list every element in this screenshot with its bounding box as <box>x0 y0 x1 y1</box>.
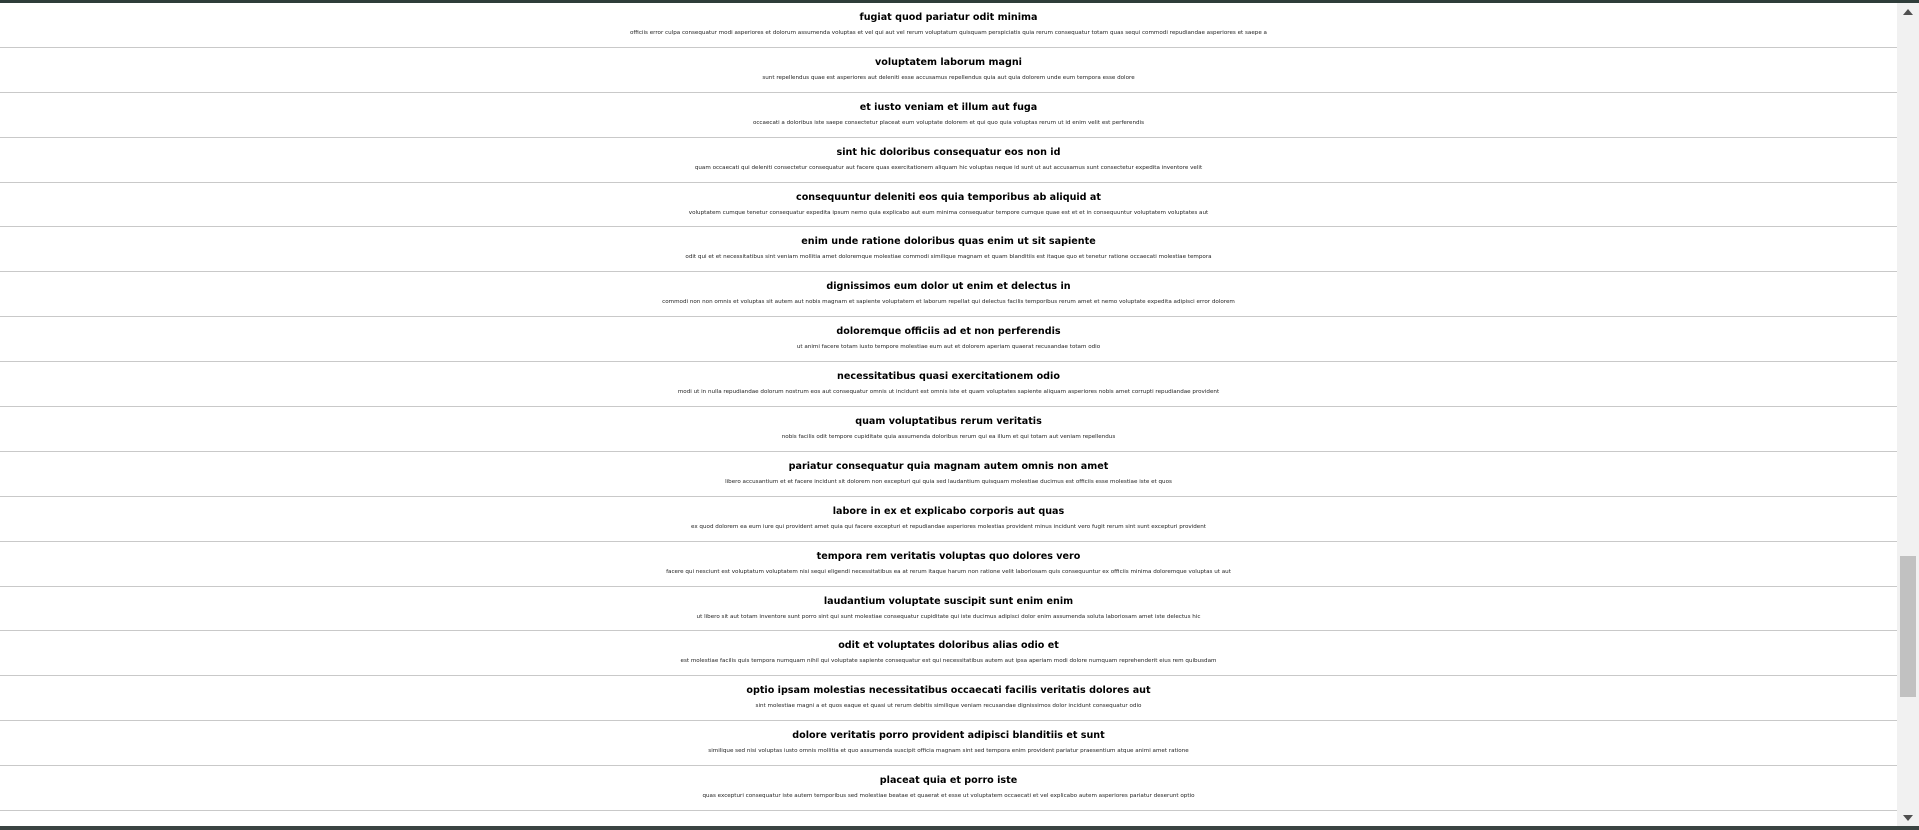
post-title: odit et voluptates doloribus alias odio … <box>838 640 1059 652</box>
post-title: consequuntur deleniti eos quia temporibu… <box>796 191 1101 203</box>
list-item: enim unde ratione doloribus quas enim ut… <box>0 227 1897 273</box>
list-item: doloremque officiis ad et non perferendi… <box>0 317 1897 363</box>
posts-list: fugiat quod pariatur odit minima officiis… <box>0 3 1897 826</box>
post-title: labore in ex et explicabo corporis aut q… <box>832 505 1065 517</box>
post-body: occaecati a doloribus iste saepe consect… <box>752 119 1145 126</box>
list-item: laudantium voluptate suscipit sunt enim … <box>0 587 1897 632</box>
post-body: est molestiae facilis quis tempora numqu… <box>680 658 1217 665</box>
list-item: pariatur consequatur quia magnam autem o… <box>0 452 1897 497</box>
post-body: odit qui et et necessitatibus sint venia… <box>685 254 1212 261</box>
list-item: sint hic doloribus consequatur eos non i… <box>0 138 1897 183</box>
post-body: nobis facilis odit tempore cupiditate qu… <box>781 434 1116 441</box>
list-item: voluptatem laborum magni sunt repellendus… <box>0 48 1897 93</box>
list-item: dolore veritatis porro provident adipisc… <box>0 721 1897 767</box>
window-bottom-border <box>0 826 1919 830</box>
post-body: ut libero sit aut totam inventore sunt p… <box>696 613 1201 620</box>
post-body: quam occaecati qui deleniti consectetur … <box>694 164 1203 171</box>
post-body: sunt repellendus quae est asperiores aut… <box>762 74 1135 81</box>
post-body: ut animi facere totam iusto tempore mole… <box>796 344 1101 351</box>
post-title: pariatur consequatur quia magnam autem o… <box>788 460 1109 472</box>
chevron-up-icon <box>1903 8 1913 15</box>
scroll-up-button[interactable] <box>1897 3 1919 20</box>
list-item: fugiat quod pariatur odit minima officiis… <box>0 3 1897 48</box>
post-title: sint hic doloribus consequatur eos non i… <box>836 146 1061 158</box>
post-body: libero accusantium et et facere incidunt… <box>725 478 1172 485</box>
post-body: facere qui nesciunt est voluptatum volup… <box>666 568 1231 575</box>
post-title: laudantium voluptate suscipit sunt enim … <box>823 595 1074 607</box>
list-item: et iusto veniam et illum aut fuga occaeca… <box>0 93 1897 138</box>
scrollbar-thumb[interactable] <box>1900 556 1916 697</box>
post-body: similique sed nisi voluptas iusto omnis … <box>708 748 1189 755</box>
list-item: labore in ex et explicabo corporis aut q… <box>0 497 1897 542</box>
list-item: odit et voluptates doloribus alias odio … <box>0 631 1897 677</box>
post-body: modi ut in nulla repudiandae dolorum nos… <box>677 389 1220 396</box>
post-title: tempora rem veritatis voluptas quo dolor… <box>816 550 1081 562</box>
post-body: voluptatem cumque tenetur consequatur ex… <box>688 209 1209 216</box>
scroll-down-button[interactable] <box>1897 809 1919 826</box>
post-body: officiis error culpa consequatur modi as… <box>630 30 1267 36</box>
post-body: sint molestiae magni a et quos eaque et … <box>755 703 1142 710</box>
post-title: voluptatem laborum magni <box>875 56 1022 68</box>
list-item: tempora rem veritatis voluptas quo dolor… <box>0 542 1897 587</box>
post-title: dolore veritatis porro provident adipisc… <box>792 730 1105 742</box>
post-title: placeat quia et porro iste <box>879 775 1018 787</box>
list-item: dignissimos eum dolor ut enim et delectu… <box>0 272 1897 318</box>
post-title: quam voluptatibus rerum veritatis <box>855 416 1042 428</box>
list-item: optio ipsam molestias necessitatibus occ… <box>0 676 1897 722</box>
post-title: fugiat quod pariatur odit minima <box>859 12 1038 23</box>
post-title: doloremque officiis ad et non perferendi… <box>836 326 1061 338</box>
chevron-down-icon <box>1903 814 1913 821</box>
post-title: necessitatibus quasi exercitationem odio <box>837 371 1060 383</box>
list-item: quam voluptatibus rerum veritatis nobis f… <box>0 407 1897 452</box>
post-body: ex quod dolorem ea eum iure qui providen… <box>691 523 1206 530</box>
vertical-scrollbar[interactable] <box>1897 3 1919 826</box>
list-item: necessitatibus quasi exercitationem odio… <box>0 362 1897 408</box>
post-title: et iusto veniam et illum aut fuga <box>859 101 1038 113</box>
post-title: dignissimos eum dolor ut enim et delectu… <box>826 281 1071 293</box>
list-item: consequuntur deleniti eos quia temporibu… <box>0 183 1897 228</box>
post-body: quas excepturi consequatur iste autem te… <box>702 793 1195 800</box>
post-title: optio ipsam molestias necessitatibus occ… <box>746 685 1151 697</box>
post-body: commodi non non omnis et voluptas sit au… <box>662 299 1235 306</box>
post-title: enim unde ratione doloribus quas enim ut… <box>801 236 1096 248</box>
list-item: placeat quia et porro iste quas excepturi… <box>0 766 1897 812</box>
